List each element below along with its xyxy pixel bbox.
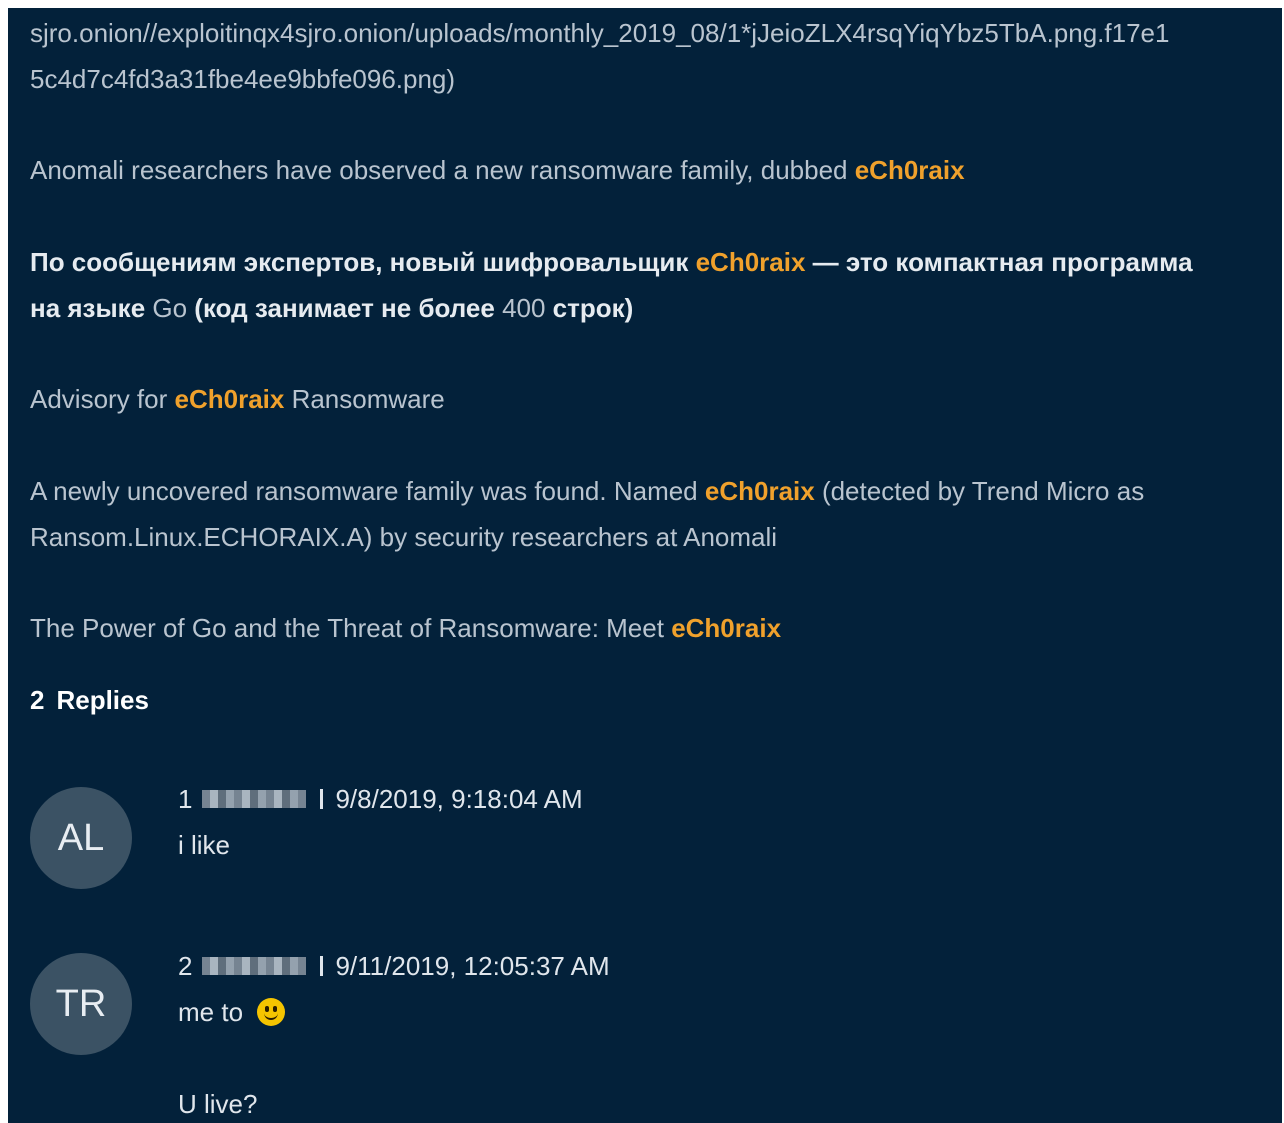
paragraph-text: Go <box>152 293 188 323</box>
reply-timestamp: 9/8/2019, 9:18:04 AM <box>335 784 583 814</box>
url-line-1: sjro.onion//exploitinqx4sjro.onion/uploa… <box>30 18 1170 48</box>
reply-text: i like <box>178 830 231 860</box>
replies-label: Replies <box>56 685 149 715</box>
paragraph-text: The Power of Go and the Threat of Ransom… <box>30 613 672 643</box>
reply-meta: 2 9/11/2019, 12:05:37 AM <box>178 946 610 986</box>
paragraph-trend-micro: A newly uncovered ransomware family was … <box>30 468 1270 560</box>
reply-text: me to <box>178 992 286 1032</box>
paragraph-text: на языке <box>30 293 153 323</box>
separator <box>320 789 324 810</box>
highlight-keyword: eCh0raix <box>854 155 965 185</box>
paragraph-text: Ransomware <box>284 384 445 414</box>
paragraph-text: — это компактная программа <box>805 247 1193 277</box>
paragraph-advisory: Advisory for eCh0raix Ransomware <box>30 376 1270 422</box>
highlight-keyword: eCh0raix <box>695 247 806 277</box>
paragraph-text: (код занимает не более <box>187 293 503 323</box>
paragraph-text: A newly uncovered ransomware family was … <box>30 476 705 506</box>
replies-heading: 2 Replies <box>30 680 149 720</box>
highlight-keyword: eCh0raix <box>174 384 285 414</box>
highlight-keyword: eCh0raix <box>671 613 782 643</box>
paragraph-text: Anomali researchers have observed a new … <box>30 155 855 185</box>
reply-timestamp: 9/11/2019, 12:05:37 AM <box>335 951 610 981</box>
paragraph-text: 400 <box>502 293 546 323</box>
avatar[interactable]: AL <box>30 787 132 889</box>
redacted-username <box>202 957 307 976</box>
highlight-keyword: eCh0raix <box>704 476 815 506</box>
paragraph-text: (detected by Trend Micro as <box>814 476 1145 506</box>
paragraph-text: Advisory for <box>30 384 175 414</box>
paragraph-power-of-go: The Power of Go and the Threat of Ransom… <box>30 605 1270 651</box>
separator <box>320 956 324 977</box>
paragraph-anomali: Anomali researchers have observed a new … <box>30 147 1270 193</box>
paragraph-russian: По сообщениям экспертов, новый шифроваль… <box>30 239 1270 331</box>
avatar[interactable]: TR <box>30 953 132 1055</box>
smiley-emoji-icon <box>257 998 286 1027</box>
reply-meta: 1 9/8/2019, 9:18:04 AM <box>178 779 583 819</box>
paragraph-text: По сообщениям экспертов, новый шифроваль… <box>30 247 696 277</box>
reply-index: 2 <box>178 951 193 981</box>
paragraph-text: Ransom.Linux.ECHORAIX.A) by security res… <box>30 522 778 552</box>
url-text[interactable]: sjro.onion//exploitinqx4sjro.onion/uploa… <box>30 10 1270 102</box>
forum-post-panel: sjro.onion//exploitinqx4sjro.onion/uploa… <box>8 8 1282 1123</box>
reply-index: 1 <box>178 784 193 814</box>
replies-count: 2 <box>30 685 45 715</box>
redacted-username <box>202 790 307 809</box>
url-line-2: 5c4d7c4fd3a31fbe4ee9bbfe096.png) <box>30 64 456 94</box>
reply-text: U live? <box>178 1089 258 1119</box>
paragraph-text: строк) <box>545 293 634 323</box>
reply-text-line: me to <box>178 997 244 1027</box>
